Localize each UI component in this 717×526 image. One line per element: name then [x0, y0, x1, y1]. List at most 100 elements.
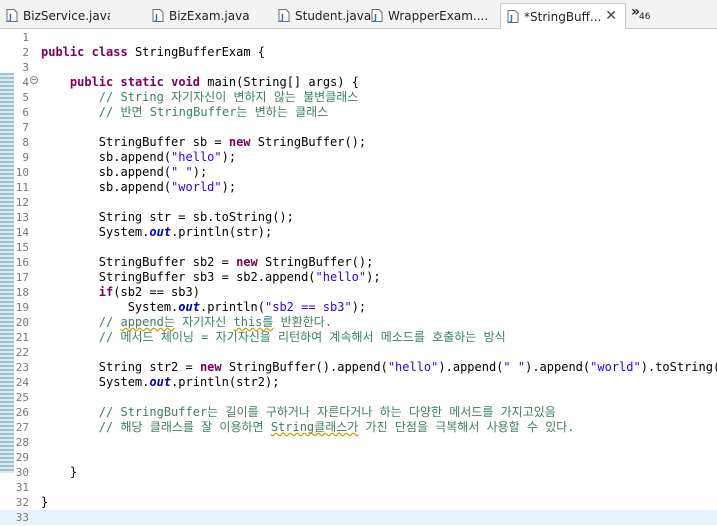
tab-4[interactable]: J WrapperExam....: [365, 3, 495, 28]
code-line[interactable]: 27 // 해당 클래스를 잘 이용하면 String클래스가 가진 단점을 극…: [0, 420, 717, 435]
code-line[interactable]: 4− public static void main(String[] args…: [0, 75, 717, 90]
code-token: out: [178, 300, 200, 314]
code-token: StringBuffer sb =: [41, 135, 229, 149]
code-token: "hello": [387, 360, 439, 374]
code-line[interactable]: 23 String str2 = new StringBuffer().appe…: [0, 360, 717, 375]
code-token: System.: [41, 375, 150, 389]
line-number: 17: [15, 271, 29, 284]
code-line[interactable]: 19 System.out.println("sb2 == sb3");: [0, 300, 717, 315]
code-line[interactable]: 15: [0, 240, 717, 255]
code-line[interactable]: 8 StringBuffer sb = new StringBuffer();: [0, 135, 717, 150]
code-token: .println(str);: [171, 225, 273, 239]
line-number: 22: [15, 346, 29, 359]
code-line[interactable]: 24 System.out.println(str2);: [0, 375, 717, 390]
tab-2[interactable]: J BizExam.java: [146, 3, 256, 28]
code-line[interactable]: 11 sb.append("world");: [0, 180, 717, 195]
line-number: 27: [15, 421, 29, 434]
code-token: // 해당 클래스를 잘 이용하면: [98, 420, 271, 434]
code-line[interactable]: 3: [0, 60, 717, 75]
code-text: public class StringBufferExam {: [41, 45, 265, 60]
code-line[interactable]: 32}: [0, 495, 717, 510]
code-line[interactable]: 18 if(sb2 == sb3): [0, 285, 717, 300]
code-token: );: [221, 180, 237, 194]
code-editor[interactable]: 1 2 public class StringBufferExam {3 4− pub…: [0, 29, 717, 526]
svg-text:J: J: [373, 13, 377, 22]
code-token: sb.append(: [41, 180, 172, 194]
code-text: // 반면 StringBuffer는 변하는 클래스: [41, 105, 328, 120]
code-token: sb.append(: [41, 150, 172, 164]
line-number: 1: [22, 31, 29, 44]
line-number: 26: [15, 406, 29, 419]
code-token: }: [41, 465, 78, 479]
tab-1[interactable]: J BizService.java: [0, 3, 110, 28]
code-token: "hello": [315, 270, 367, 284]
code-token: new: [228, 135, 251, 149]
svg-text:J: J: [154, 13, 158, 22]
code-line[interactable]: 20 // append는 자기자신 this를 반환한다.: [0, 315, 717, 330]
code-line[interactable]: 29: [0, 450, 717, 465]
code-text: String str = sb.toString();: [41, 210, 294, 225]
code-token: String클래스가: [270, 420, 359, 434]
line-number: 25: [15, 391, 29, 404]
java-file-icon: J: [152, 9, 164, 22]
code-token: ).append(: [438, 360, 504, 374]
code-line[interactable]: 25: [0, 390, 717, 405]
tab-overflow-button[interactable]: »46: [631, 4, 651, 22]
line-number: 3: [22, 61, 29, 74]
code-line[interactable]: 22: [0, 345, 717, 360]
code-line[interactable]: 7: [0, 120, 717, 135]
code-line[interactable]: 33: [0, 510, 717, 525]
code-line[interactable]: 6 // 반면 StringBuffer는 변하는 클래스: [0, 105, 717, 120]
line-number: 23: [15, 361, 29, 374]
code-line[interactable]: 2 public class StringBufferExam {: [0, 45, 717, 60]
code-token: System.: [41, 225, 150, 239]
code-line[interactable]: 5 // String 자기자신이 변하지 않는 불변클래스: [0, 90, 717, 105]
code-line[interactable]: 16 StringBuffer sb2 = new StringBuffer()…: [0, 255, 717, 270]
code-token: String str2 =: [41, 360, 200, 374]
close-icon[interactable]: ✕: [605, 8, 617, 24]
code-line[interactable]: 28: [0, 435, 717, 450]
code-line[interactable]: 1: [0, 30, 717, 45]
code-token: 자기자신: [174, 315, 234, 329]
code-token: if: [98, 285, 114, 299]
code-line[interactable]: 17 StringBuffer sb3 = sb2.append("hello"…: [0, 270, 717, 285]
line-number: 5: [22, 91, 29, 104]
tab-5[interactable]: J *StringBuff... ✕: [500, 3, 626, 29]
line-number: 31: [15, 481, 29, 494]
code-text: StringBuffer sb3 = sb2.append("hello");: [41, 270, 381, 285]
code-line[interactable]: 9 sb.append("hello");: [0, 150, 717, 165]
code-text: // append는 자기자신 this를 반환한다.: [41, 315, 332, 330]
tab-label: Student.java: [295, 8, 372, 23]
code-token: System.: [41, 300, 179, 314]
line-number: 19: [15, 301, 29, 314]
hidden-tab-count: 46: [639, 12, 651, 22]
code-line[interactable]: 26 // StringBuffer는 길이를 구하거나 자른다거나 하는 다양…: [0, 405, 717, 420]
code-token: );: [366, 270, 381, 284]
code-line[interactable]: 12: [0, 195, 717, 210]
line-number: 32: [15, 496, 29, 509]
line-number: 10: [15, 166, 29, 179]
code-line[interactable]: 10 sb.append(" ");: [0, 165, 717, 180]
code-token: // StringBuffer는 길이를 구하거나 자른다거나 하는 다양한 메…: [98, 405, 556, 419]
code-token: .println(str2);: [171, 375, 280, 389]
code-line[interactable]: 30 }: [0, 465, 717, 480]
code-token: "sb2 == sb3": [265, 300, 352, 314]
code-text: if(sb2 == sb3): [41, 285, 200, 300]
code-text: sb.append("world");: [41, 180, 236, 195]
code-token: ).append(: [525, 360, 591, 374]
code-line[interactable]: 13 String str = sb.toString();: [0, 210, 717, 225]
tab-label: BizService.java: [23, 8, 110, 23]
code-text: StringBuffer sb = new StringBuffer();: [41, 135, 366, 150]
code-line[interactable]: 31: [0, 480, 717, 495]
code-line[interactable]: 14 System.out.println(str);: [0, 225, 717, 240]
code-line[interactable]: 21 // 메서드 체이닝 = 자기자신을 리턴하여 계속해서 메소드를 호출하…: [0, 330, 717, 345]
fold-collapse-icon[interactable]: −: [30, 76, 38, 84]
java-file-icon: J: [507, 10, 519, 23]
